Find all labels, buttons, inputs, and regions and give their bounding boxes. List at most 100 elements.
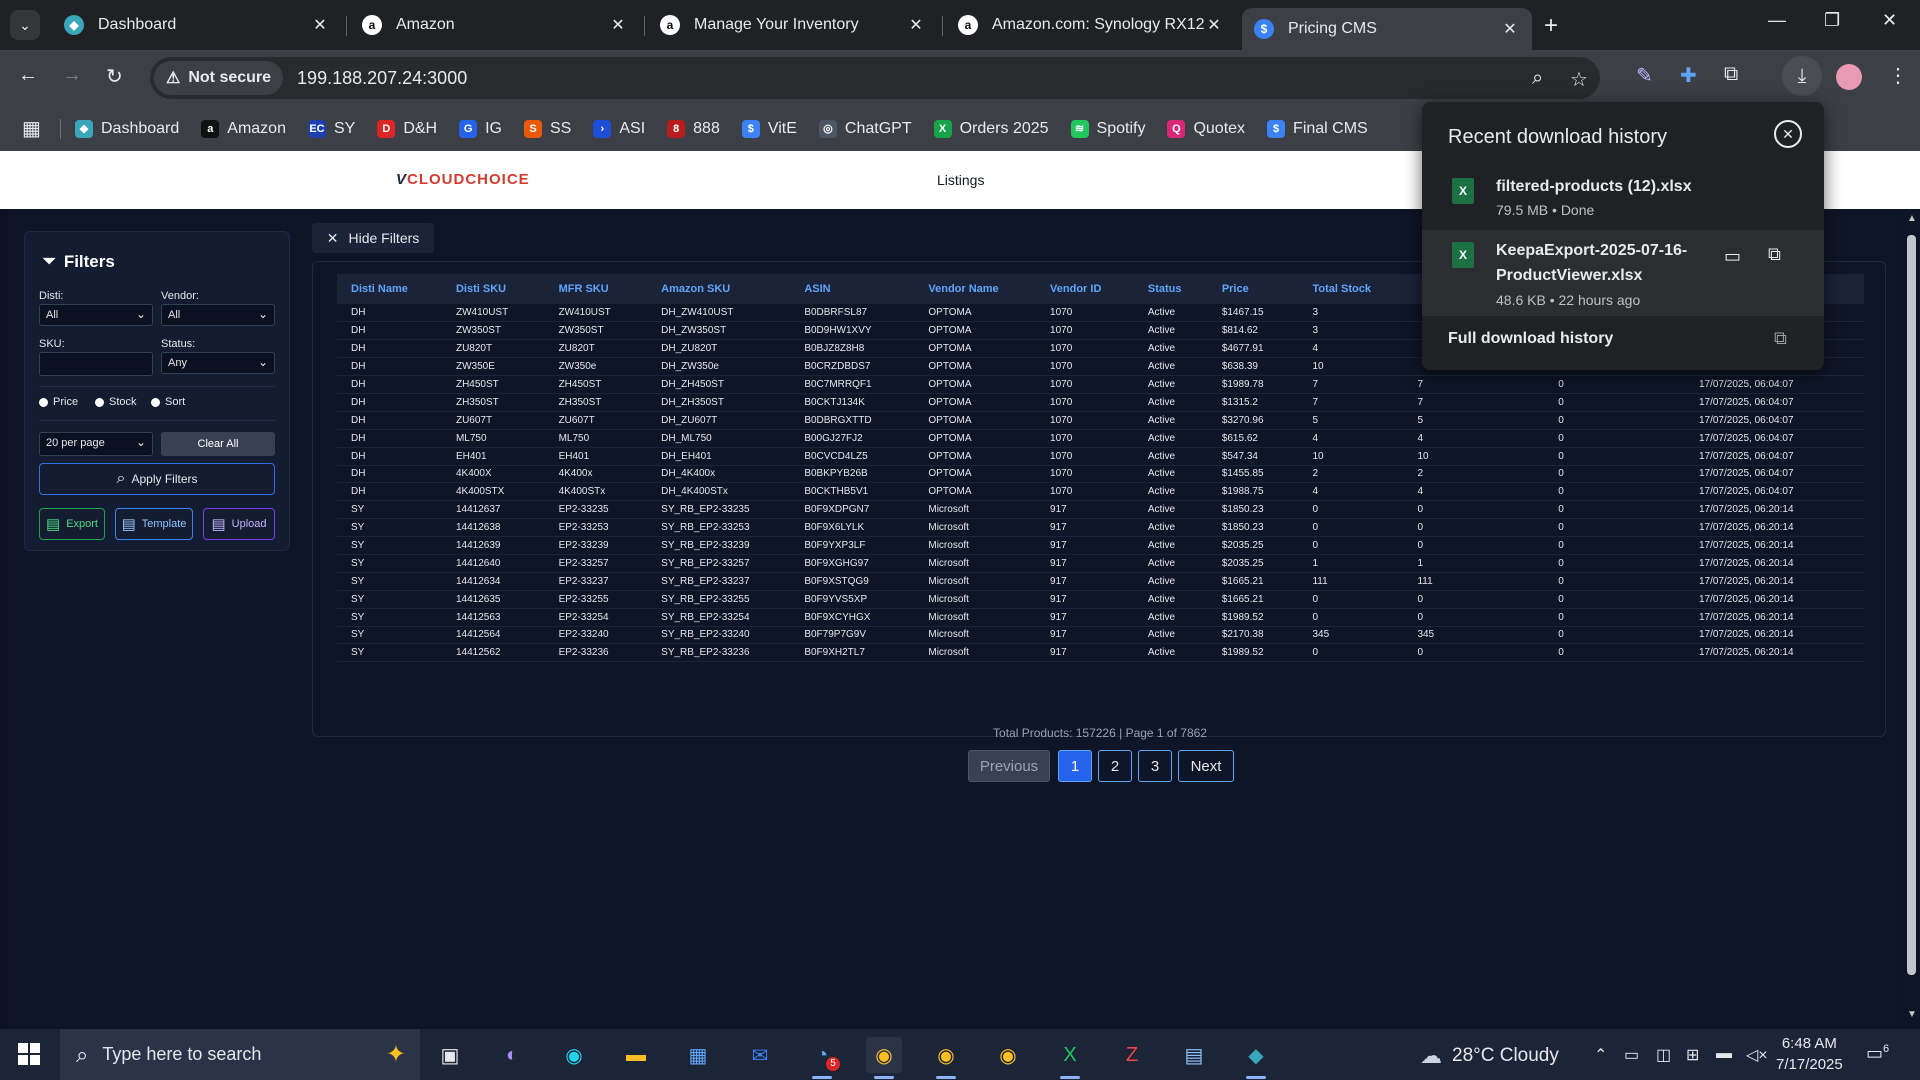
open-external-icon[interactable]: ⧉ xyxy=(1774,328,1787,349)
filezilla-icon[interactable]: Z xyxy=(1114,1037,1150,1073)
close-tab-icon[interactable]: ✕ xyxy=(608,15,628,35)
table-row[interactable]: DH ML750 ML750 DH_ML750 B00GJ27FJ2 OPTOMA 1070… xyxy=(337,429,1864,448)
cloudchoice-logo[interactable]: VCLOUDCHOICE xyxy=(396,171,530,188)
disti-select[interactable]: All ⌄ xyxy=(39,304,153,326)
volume-muted-icon[interactable]: ◁× xyxy=(1746,1045,1768,1065)
apps-grid-icon[interactable]: ▦ xyxy=(22,116,46,141)
clear-all-button[interactable]: Clear All xyxy=(161,432,275,456)
scroll-up-arrow-icon[interactable]: ▲ xyxy=(1907,213,1917,224)
system-clock[interactable]: 6:48 AM 7/17/2025 xyxy=(1776,1033,1843,1075)
column-header[interactable]: Disti SKU xyxy=(442,274,545,304)
zoom-search-icon[interactable]: ⌕ xyxy=(1532,67,1543,90)
table-row[interactable]: DH ZH350ST ZH350ST DH_ZH350ST B0CKTJ134K OPTO… xyxy=(337,393,1864,412)
bookmark-item[interactable]: $ Final CMS xyxy=(1267,119,1368,138)
address-bar[interactable]: ⚠ Not secure 199.188.207.24:3000 ⌕ ☆ xyxy=(150,57,1600,99)
previous-page-button[interactable]: Previous xyxy=(968,750,1050,782)
status-select[interactable]: Any ⌄ xyxy=(161,352,275,374)
tab-amazon[interactable]: a Amazon ✕ xyxy=(350,8,640,42)
notification-center-icon[interactable]: ▭6 xyxy=(1866,1043,1889,1064)
column-header[interactable]: Vendor Name xyxy=(914,274,1036,304)
download-item[interactable]: X filtered-products (12).xlsx 79.5 MB • … xyxy=(1422,166,1824,230)
bookmark-item[interactable]: ◆ Dashboard xyxy=(75,119,179,138)
weather-widget[interactable]: ☁ 28°C Cloudy xyxy=(1420,1043,1559,1069)
chrome-profile-icon[interactable]: ◉ xyxy=(928,1037,964,1079)
table-row[interactable]: SY 14412564 EP2-33240 SY_RB_EP2-33240 B0F79P… xyxy=(337,626,1864,645)
table-row[interactable]: DH EH401 EH401 DH_EH401 B0CVCD4LZ5 OPTOMA 1070… xyxy=(337,447,1864,466)
windows-start-icon[interactable] xyxy=(18,1043,40,1065)
excel-icon[interactable]: X xyxy=(1052,1037,1088,1079)
edge-browser-icon[interactable]: ◉ xyxy=(556,1037,592,1073)
show-in-folder-icon[interactable]: ▭ xyxy=(1724,246,1741,267)
table-row[interactable]: SY 14412563 EP2-33254 SY_RB_EP2-33254 B0F9XC… xyxy=(337,608,1864,627)
table-row[interactable]: DH 4K400X 4K400x DH_4K400x B0BKPYB26B OPTOMA 1… xyxy=(337,465,1864,484)
table-row[interactable]: DH ZU607T ZU607T DH_ZU607T B0DBRGXTTD OPTOMA 1… xyxy=(337,411,1864,430)
tab-dashboard[interactable]: ◆ Dashboard ✕ xyxy=(52,8,342,42)
new-tab-plus-icon[interactable]: + xyxy=(1544,12,1558,40)
close-icon[interactable]: ✕ xyxy=(1774,120,1802,148)
chrome-second-icon[interactable]: ◉ xyxy=(990,1037,1026,1073)
table-row[interactable]: SY 14412637 EP2-33235 SY_RB_EP2-33235 B0F9XD… xyxy=(337,500,1864,520)
table-row[interactable]: DH 4K400STX 4K400STx DH_4K400STx B0CKTHB5V1 O… xyxy=(337,482,1864,502)
page-scrollbar[interactable]: ▲ ▼ xyxy=(1903,209,1920,1029)
copilot-icon[interactable]: ◐ xyxy=(494,1037,530,1073)
network-icon[interactable]: ⊞ xyxy=(1686,1045,1699,1065)
next-page-button[interactable]: Next xyxy=(1178,750,1234,782)
full-download-history-link[interactable]: Full download history xyxy=(1448,330,1613,348)
microsoft-store-icon[interactable]: ▦ xyxy=(680,1037,716,1073)
battery-icon[interactable]: ▬ xyxy=(1716,1045,1732,1063)
table-row[interactable]: SY 14412638 EP2-33253 SY_RB_EP2-33253 B0F9X6… xyxy=(337,518,1864,538)
template-button[interactable]: ▤ Template xyxy=(115,508,193,540)
extension-puzzle-colored-icon[interactable]: ✚ xyxy=(1680,63,1697,88)
kebab-menu-icon[interactable]: ⋮ xyxy=(1888,63,1908,88)
table-row[interactable]: SY 14412640 EP2-33257 SY_RB_EP2-33257 B0F9XG… xyxy=(337,554,1864,573)
table-row[interactable]: DH ZH450ST ZH450ST DH_ZH450ST B0C7MRRQF1 OPTO… xyxy=(337,375,1864,394)
close-window-icon[interactable]: ✕ xyxy=(1882,10,1897,31)
bookmark-item[interactable]: ◎ ChatGPT xyxy=(818,119,912,138)
bookmark-item[interactable]: 8 888 xyxy=(667,119,720,138)
table-row[interactable]: SY 14412634 EP2-33237 SY_RB_EP2-33237 B0F9XS… xyxy=(337,572,1864,591)
calendar-app-icon[interactable]: ◔ 5 xyxy=(804,1037,840,1079)
task-view-icon[interactable]: ▣ xyxy=(432,1037,468,1073)
open-external-icon[interactable]: ⧉ xyxy=(1768,244,1781,265)
table-row[interactable]: SY 14412639 EP2-33239 SY_RB_EP2-33239 B0F9YX… xyxy=(337,536,1864,555)
scrollbar-thumb[interactable] xyxy=(1907,235,1916,975)
column-header[interactable]: Price xyxy=(1208,274,1299,304)
column-header[interactable]: MFR SKU xyxy=(545,274,648,304)
scroll-down-arrow-icon[interactable]: ▼ xyxy=(1907,1009,1917,1020)
apply-filters-button[interactable]: ⌕ Apply Filters xyxy=(39,463,275,495)
profile-avatar[interactable] xyxy=(1836,64,1862,90)
back-arrow-icon[interactable]: ← xyxy=(18,64,38,87)
radio-price[interactable]: Price xyxy=(39,396,78,408)
download-item[interactable]: X KeepaExport-2025-07-16- ProductViewer.… xyxy=(1422,230,1824,316)
bookmark-item[interactable]: S SS xyxy=(524,119,571,138)
extension-feather-icon[interactable]: ✎ xyxy=(1636,63,1653,88)
tab-synology[interactable]: a Amazon.com: Synology RX1223 ✕ xyxy=(946,8,1236,42)
table-row[interactable]: SY 14412562 EP2-33236 SY_RB_EP2-33236 B0F9XH… xyxy=(337,643,1864,663)
bookmark-item[interactable]: X Orders 2025 xyxy=(933,119,1049,138)
hide-filters-button[interactable]: ✕ Hide Filters xyxy=(312,223,434,253)
restore-icon[interactable]: ❐ xyxy=(1824,10,1840,31)
nav-listings-link[interactable]: Listings xyxy=(937,172,984,188)
screen-icon[interactable]: ▭ xyxy=(1624,1045,1639,1065)
bookmark-item[interactable]: EC SY xyxy=(307,119,355,138)
minimize-icon[interactable]: — xyxy=(1768,10,1786,31)
close-tab-icon[interactable]: ✕ xyxy=(310,15,330,35)
page-1-button[interactable]: 1 xyxy=(1058,750,1092,782)
column-header[interactable]: Vendor ID xyxy=(1036,274,1134,304)
chrome-icon[interactable]: ◉ xyxy=(866,1037,902,1079)
extensions-puzzle-icon[interactable]: ⧉ xyxy=(1724,63,1738,86)
close-tab-icon[interactable]: ✕ xyxy=(906,15,926,35)
forward-arrow-icon[interactable]: → xyxy=(62,64,82,87)
sku-input[interactable] xyxy=(39,352,153,376)
per-page-select[interactable]: 20 per page ⌄ xyxy=(39,432,153,456)
dashboard-app-icon[interactable]: ◆ xyxy=(1238,1037,1274,1079)
file-explorer-icon[interactable]: ▬ xyxy=(618,1037,654,1073)
radio-sort[interactable]: Sort xyxy=(151,396,185,408)
column-header[interactable]: Total Stock xyxy=(1298,274,1403,304)
upload-button[interactable]: ▤ Upload xyxy=(203,508,275,540)
camera-icon[interactable]: ◫ xyxy=(1656,1045,1671,1065)
export-button[interactable]: ▤ Export xyxy=(39,508,105,540)
bookmark-item[interactable]: D D&H xyxy=(377,119,437,138)
close-tab-icon[interactable]: ✕ xyxy=(1500,19,1520,39)
column-header[interactable]: ASIN xyxy=(790,274,914,304)
